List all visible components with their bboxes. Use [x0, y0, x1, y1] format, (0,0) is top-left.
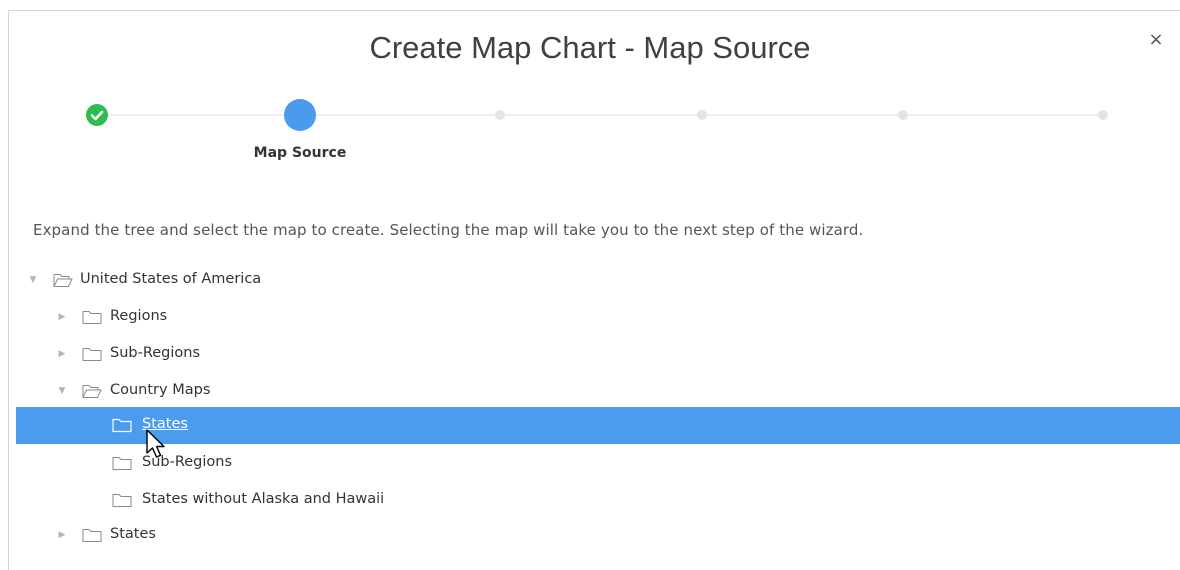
checkmark-icon: [90, 110, 104, 121]
tree-node-label: Regions: [110, 308, 168, 324]
mouse-pointer-icon: [146, 429, 165, 458]
folder-icon: [112, 418, 132, 433]
tree-node-label: United States of America: [80, 271, 262, 287]
tree-node-country-sub-regions[interactable]: Sub-Regions: [16, 445, 1180, 482]
folder-icon: [82, 529, 102, 542]
instructions-text: Expand the tree and select the map to cr…: [33, 221, 864, 239]
wizard-step-6: [1098, 110, 1108, 120]
collapsed-triangle-icon[interactable]: ▶: [55, 528, 69, 542]
tree-node-label: Country Maps: [110, 382, 211, 398]
tree-node-country-maps[interactable]: ▼ Country Maps: [16, 373, 1180, 410]
wizard-step-3: [495, 110, 505, 120]
tree-node-sub-regions[interactable]: ▶ Sub-Regions: [16, 336, 1180, 373]
collapsed-triangle-icon[interactable]: ▶: [55, 347, 69, 361]
wizard-progress: Map Source: [0, 0, 1180, 200]
tree-node-regions[interactable]: ▶ Regions: [16, 299, 1180, 336]
current-step-label: Map Source: [253, 145, 347, 161]
folder-icon: [82, 311, 102, 324]
wizard-step-1-complete: [86, 104, 108, 126]
wizard-track: [97, 114, 1103, 116]
wizard-step-2-current: [284, 99, 316, 131]
folder-open-icon: [53, 274, 73, 287]
tree-node-states-selected[interactable]: States: [16, 407, 1180, 444]
wizard-step-5: [898, 110, 908, 120]
tree-node-states-without-alaska-hawaii[interactable]: States without Alaska and Hawaii: [16, 482, 1180, 519]
tree-node-label: States without Alaska and Hawaii: [142, 491, 385, 507]
collapsed-triangle-icon[interactable]: ▶: [55, 310, 69, 324]
wizard-step-4: [697, 110, 707, 120]
expanded-triangle-icon[interactable]: ▼: [55, 384, 69, 398]
tree-node-label: Sub-Regions: [110, 345, 201, 361]
folder-icon: [112, 494, 132, 507]
folder-icon: [112, 457, 132, 470]
folder-open-icon: [82, 385, 102, 398]
tree-node-states[interactable]: ▶ States: [16, 517, 1180, 554]
tree-node-label: States: [110, 526, 156, 542]
expanded-triangle-icon[interactable]: ▼: [26, 273, 40, 287]
tree-node-united-states-of-america[interactable]: ▼ United States of America: [16, 262, 1180, 299]
folder-icon: [82, 348, 102, 361]
